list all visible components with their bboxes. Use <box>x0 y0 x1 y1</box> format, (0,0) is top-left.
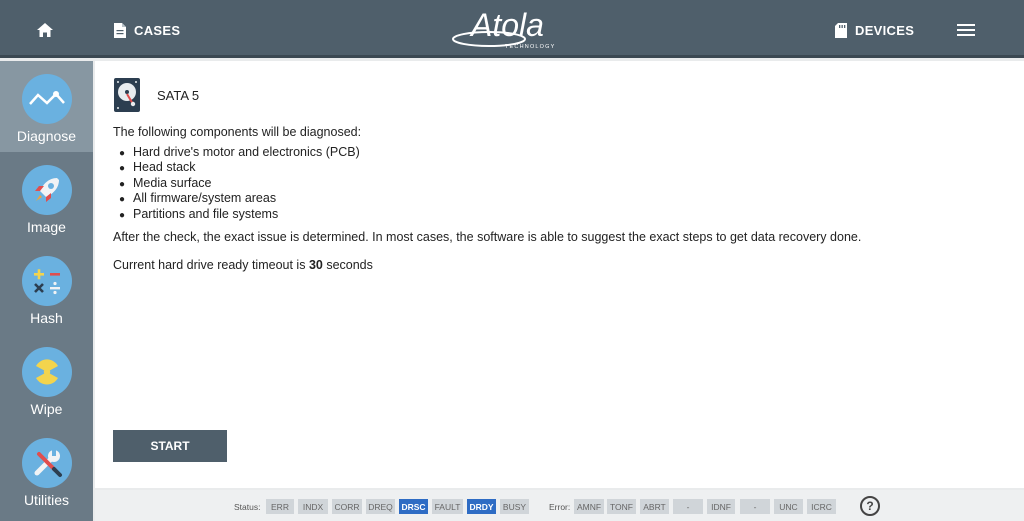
menu-button[interactable] <box>952 18 980 42</box>
error-flag-amnf: AMNF <box>574 499 604 514</box>
sidebar-item-diagnose[interactable]: Diagnose <box>0 61 93 152</box>
document-icon <box>114 22 126 38</box>
home-icon <box>37 23 53 37</box>
list-item: ● Media surface <box>119 175 212 190</box>
wipe-circle <box>21 347 72 397</box>
status-flag-busy: BUSY <box>500 499 529 514</box>
list-item: ● All firmware/system areas <box>119 191 277 206</box>
hard-drive-icon <box>114 78 140 112</box>
list-item: ● Partitions and file systems <box>119 206 279 221</box>
hamburger-menu-icon <box>957 24 975 36</box>
diagnose-wave-icon <box>28 91 65 105</box>
cases-label: CASES <box>134 22 181 38</box>
sidebar-label-image: Image <box>27 219 66 235</box>
component-list: ● Hard drive's motor and electronics (PCB… <box>119 145 360 222</box>
status-flag-indx: INDX <box>298 499 328 514</box>
intro-text: The following components will be diagnos… <box>113 125 362 139</box>
rocket-icon <box>34 178 59 202</box>
error-label: Error: <box>549 502 571 512</box>
error-flag-idnf: IDNF <box>707 499 735 514</box>
hash-circle <box>21 256 72 306</box>
sidebar-item-wipe[interactable]: Wipe <box>0 334 93 425</box>
main-panel: SATA 5 The following components will be … <box>95 61 1024 488</box>
sidebar-label-utilities: Utilities <box>23 492 70 508</box>
status-flag-corr: CORR <box>332 499 362 514</box>
utilities-circle <box>21 438 72 488</box>
status-flag-dreq: DREQ <box>366 499 395 514</box>
svg-text:Atola: Atola <box>469 7 544 43</box>
cases-button[interactable]: CASES <box>113 18 180 42</box>
drive-header: SATA 5 <box>113 77 199 113</box>
after-check-text: After the check, the exact issue is dete… <box>113 230 862 244</box>
status-bar: Status: ERR INDX CORR DREQ DRSC FAULT DR… <box>95 490 1024 521</box>
status-label: Status: <box>234 502 261 512</box>
error-flag-abrt: ABRT <box>640 499 669 514</box>
status-flag-drdy: DRDY <box>467 499 496 514</box>
error-flag-unc: UNC <box>774 499 803 514</box>
error-flag-blank-1: - <box>673 499 703 514</box>
sidebar-item-hash[interactable]: Hash <box>0 243 93 334</box>
status-flag-drsc: DRSC <box>399 499 428 514</box>
sidebar: Diagnose Image Hash Wipe Utilities <box>0 61 93 521</box>
sidebar-label-diagnose: Diagnose <box>16 128 77 144</box>
list-item: ● Head stack <box>119 160 196 175</box>
sidebar-label-hash: Hash <box>30 310 63 326</box>
status-flag-err: ERR <box>266 499 294 514</box>
diagnose-circle <box>21 74 72 124</box>
error-flag-tonf: TONF <box>607 499 636 514</box>
start-button[interactable]: START <box>113 430 227 462</box>
wrench-screwdriver-icon <box>34 450 62 477</box>
image-circle <box>21 165 72 215</box>
devices-label: DEVICES <box>855 22 915 38</box>
radiation-icon <box>35 359 58 385</box>
home-button[interactable] <box>26 15 64 45</box>
sidebar-item-image[interactable]: Image <box>0 152 93 243</box>
sidebar-label-wipe: Wipe <box>30 401 63 417</box>
sd-card-icon <box>835 22 847 38</box>
error-flag-icrc: ICRC <box>807 499 836 514</box>
drive-name: SATA 5 <box>157 87 200 103</box>
devices-button[interactable]: DEVICES <box>834 18 914 42</box>
atola-logo[interactable]: Atola TECHNOLOGY <box>449 6 569 52</box>
timeout-value: 30 <box>308 258 323 272</box>
status-flag-fault: FAULT <box>432 499 463 514</box>
timeout-text: Current hard drive ready timeout is 30 s… <box>113 258 373 272</box>
top-bar: CASES Atola TECHNOLOGY DEVICES <box>0 0 1024 58</box>
sidebar-item-utilities[interactable]: Utilities <box>0 425 93 516</box>
svg-text:TECHNOLOGY: TECHNOLOGY <box>505 44 556 50</box>
list-item: ● Hard drive's motor and electronics (PCB… <box>119 145 360 159</box>
math-operators-icon <box>33 269 60 295</box>
help-button[interactable]: ? <box>860 496 880 516</box>
error-flag-blank-2: - <box>740 499 770 514</box>
